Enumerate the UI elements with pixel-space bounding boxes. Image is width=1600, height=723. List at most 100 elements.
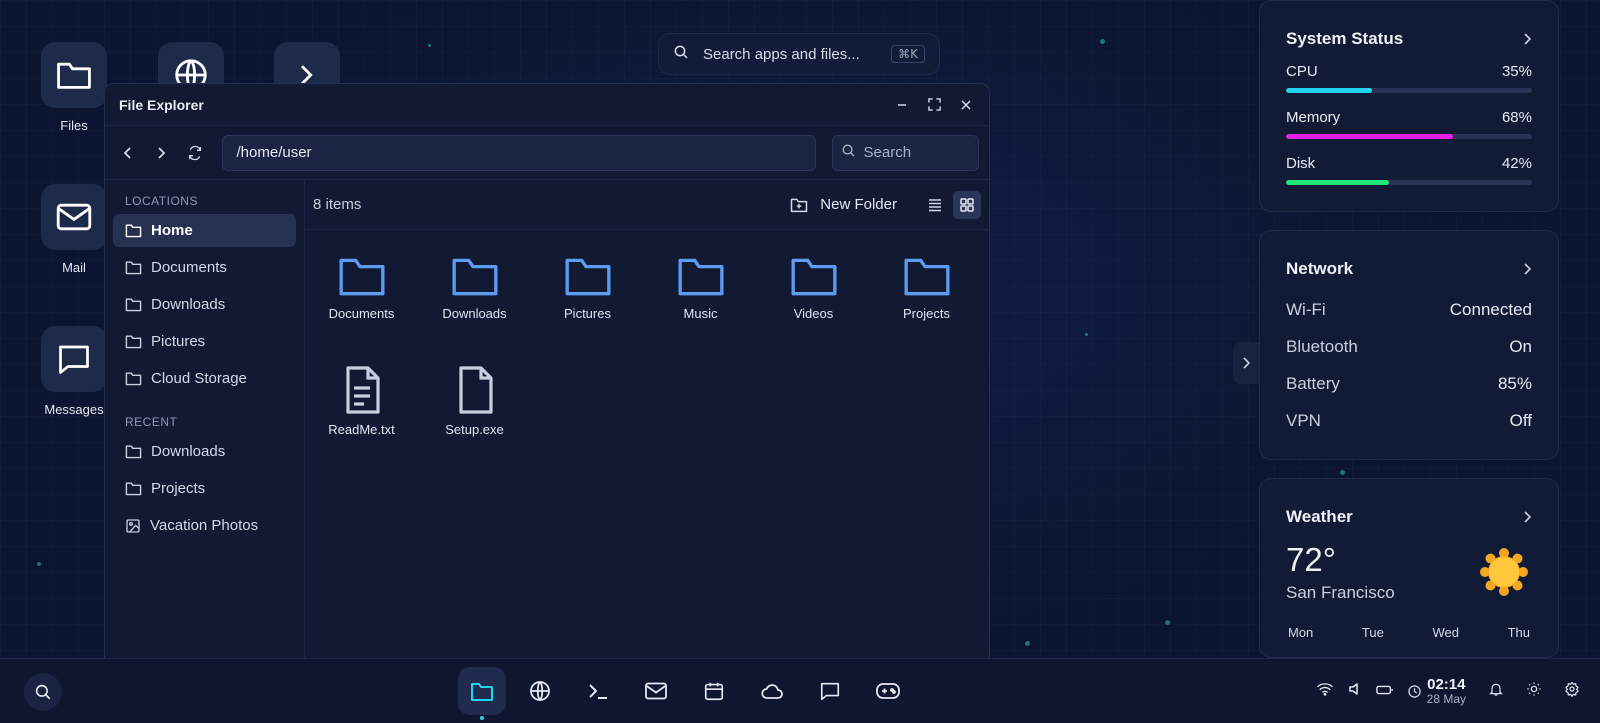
taskbar-app-mail[interactable] <box>632 667 680 715</box>
stat-disk: Disk 42% <box>1286 155 1532 185</box>
settings-icon[interactable] <box>1564 681 1580 702</box>
sidebar-recent-projects[interactable]: Projects <box>113 472 296 505</box>
taskbar-app-calendar[interactable] <box>690 667 738 715</box>
taskbar-app-files[interactable] <box>458 667 506 720</box>
chevron-right-icon[interactable] <box>1522 33 1532 45</box>
sidebar-item-label: Vacation Photos <box>150 517 259 534</box>
row-label: Bluetooth <box>1286 336 1358 356</box>
chevron-right-icon[interactable] <box>1522 511 1532 523</box>
sidebar-item-label: Projects <box>151 480 206 497</box>
file-name: Videos <box>793 306 834 321</box>
panel-toggle-button[interactable] <box>1233 342 1259 384</box>
stat-label: Memory <box>1286 109 1341 126</box>
brightness-icon[interactable] <box>1526 681 1542 702</box>
sidebar-item-cloud-storage[interactable]: Cloud Storage <box>113 362 296 395</box>
new-folder-button[interactable]: New Folder <box>790 196 897 213</box>
sidebar-item-pictures[interactable]: Pictures <box>113 325 296 358</box>
file-name: ReadMe.txt <box>328 422 395 437</box>
taskbar-app-terminal[interactable] <box>574 667 622 715</box>
wifi-icon[interactable] <box>1316 682 1334 701</box>
sidebar-item-home[interactable]: Home <box>113 214 296 247</box>
folder-icon <box>339 258 384 296</box>
file-item-music[interactable]: Music <box>644 244 757 356</box>
sidebar-item-downloads[interactable]: Downloads <box>113 288 296 321</box>
forecast-day: Thu <box>1507 625 1530 640</box>
network-widget: Network Wi-Fi Connected Bluetooth On Batte… <box>1259 230 1559 460</box>
clock[interactable]: 02:14 28 May <box>1407 675 1466 707</box>
calendar-icon <box>704 682 724 701</box>
cpu-bar <box>1286 88 1532 93</box>
image-icon <box>126 518 140 533</box>
file-item-readme[interactable]: ReadMe.txt <box>305 356 418 468</box>
sidebar-section-locations: LOCATIONS <box>125 194 198 208</box>
file-item-documents[interactable]: Documents <box>305 244 418 356</box>
row-value: Connected <box>1449 299 1532 319</box>
taskbar-search-button[interactable] <box>24 673 62 711</box>
file-icon <box>458 366 493 414</box>
file-item-videos[interactable]: Videos <box>757 244 870 356</box>
stat-memory: Memory 68% <box>1286 109 1532 139</box>
folder-icon <box>904 258 949 296</box>
file-search-input[interactable]: Search <box>831 134 979 171</box>
search-icon <box>673 44 689 65</box>
message-icon <box>820 682 840 701</box>
file-item-projects[interactable]: Projects <box>870 244 983 356</box>
bell-icon[interactable] <box>1488 681 1504 702</box>
taskbar-app-cloud[interactable] <box>748 667 796 715</box>
taskbar-app-browser[interactable] <box>516 667 564 715</box>
stat-label: CPU <box>1286 63 1318 80</box>
chevron-right-icon <box>1243 357 1251 369</box>
stat-cpu: CPU 35% <box>1286 63 1532 93</box>
stat-label: Disk <box>1286 155 1316 172</box>
sidebar-item-documents[interactable]: Documents <box>113 251 296 284</box>
taskbar-app-messages[interactable] <box>806 667 854 715</box>
widget-title: System Status <box>1286 29 1404 48</box>
shortcut-badge: ⌘K <box>891 45 925 63</box>
file-explorer-window: File Explorer /home/user Search LOCATION… <box>104 83 990 663</box>
window-titlebar[interactable]: File Explorer <box>105 84 989 126</box>
back-button[interactable] <box>115 140 141 166</box>
clock-icon <box>1407 685 1421 698</box>
clock-time: 02:14 <box>1427 675 1466 693</box>
grid-view-button[interactable] <box>953 190 981 219</box>
system-status-widget: System Status CPU 35% Memory 68% Disk 42% <box>1259 0 1559 212</box>
sidebar-item-label: Home <box>151 222 193 239</box>
path-input[interactable]: /home/user <box>221 134 816 171</box>
forward-button[interactable] <box>149 140 175 166</box>
close-button[interactable] <box>957 96 975 114</box>
stat-value: 68% <box>1501 109 1532 126</box>
folder-icon <box>565 258 610 296</box>
sidebar-recent-vacation-photos[interactable]: Vacation Photos <box>113 509 296 542</box>
folder-icon <box>125 224 142 238</box>
global-search[interactable]: Search apps and files... ⌘K <box>658 33 940 75</box>
battery-icon[interactable] <box>1375 683 1394 701</box>
folder-icon <box>41 42 107 108</box>
folder-icon <box>452 258 497 296</box>
taskbar-app-games[interactable] <box>864 667 912 715</box>
row-label: Wi-Fi <box>1286 299 1326 319</box>
message-icon <box>41 326 107 392</box>
sidebar-item-label: Downloads <box>151 296 226 313</box>
file-item-pictures[interactable]: Pictures <box>531 244 644 356</box>
maximize-button[interactable] <box>925 96 943 114</box>
list-view-button[interactable] <box>921 191 949 219</box>
progress-fill <box>1286 180 1390 185</box>
widget-title: Weather <box>1286 507 1353 526</box>
folder-plus-icon <box>791 198 808 212</box>
minimize-button[interactable] <box>893 96 911 114</box>
file-name: Documents <box>328 306 395 321</box>
file-item-downloads[interactable]: Downloads <box>418 244 531 356</box>
global-search-placeholder: Search apps and files... <box>703 45 860 63</box>
folder-icon <box>125 372 142 386</box>
file-pane: 8 items New Folder Documents Downloads P… <box>305 180 989 662</box>
globe-icon <box>530 681 550 701</box>
volume-icon[interactable] <box>1348 682 1362 701</box>
sidebar-recent-downloads[interactable]: Downloads <box>113 435 296 468</box>
sidebar-item-label: Cloud Storage <box>151 370 247 387</box>
refresh-button[interactable] <box>182 140 208 166</box>
chevron-right-icon[interactable] <box>1522 263 1532 275</box>
folder-icon <box>125 445 142 459</box>
sidebar-item-label: Downloads <box>151 443 226 460</box>
file-item-setup[interactable]: Setup.exe <box>418 356 531 468</box>
terminal-icon <box>589 684 607 699</box>
